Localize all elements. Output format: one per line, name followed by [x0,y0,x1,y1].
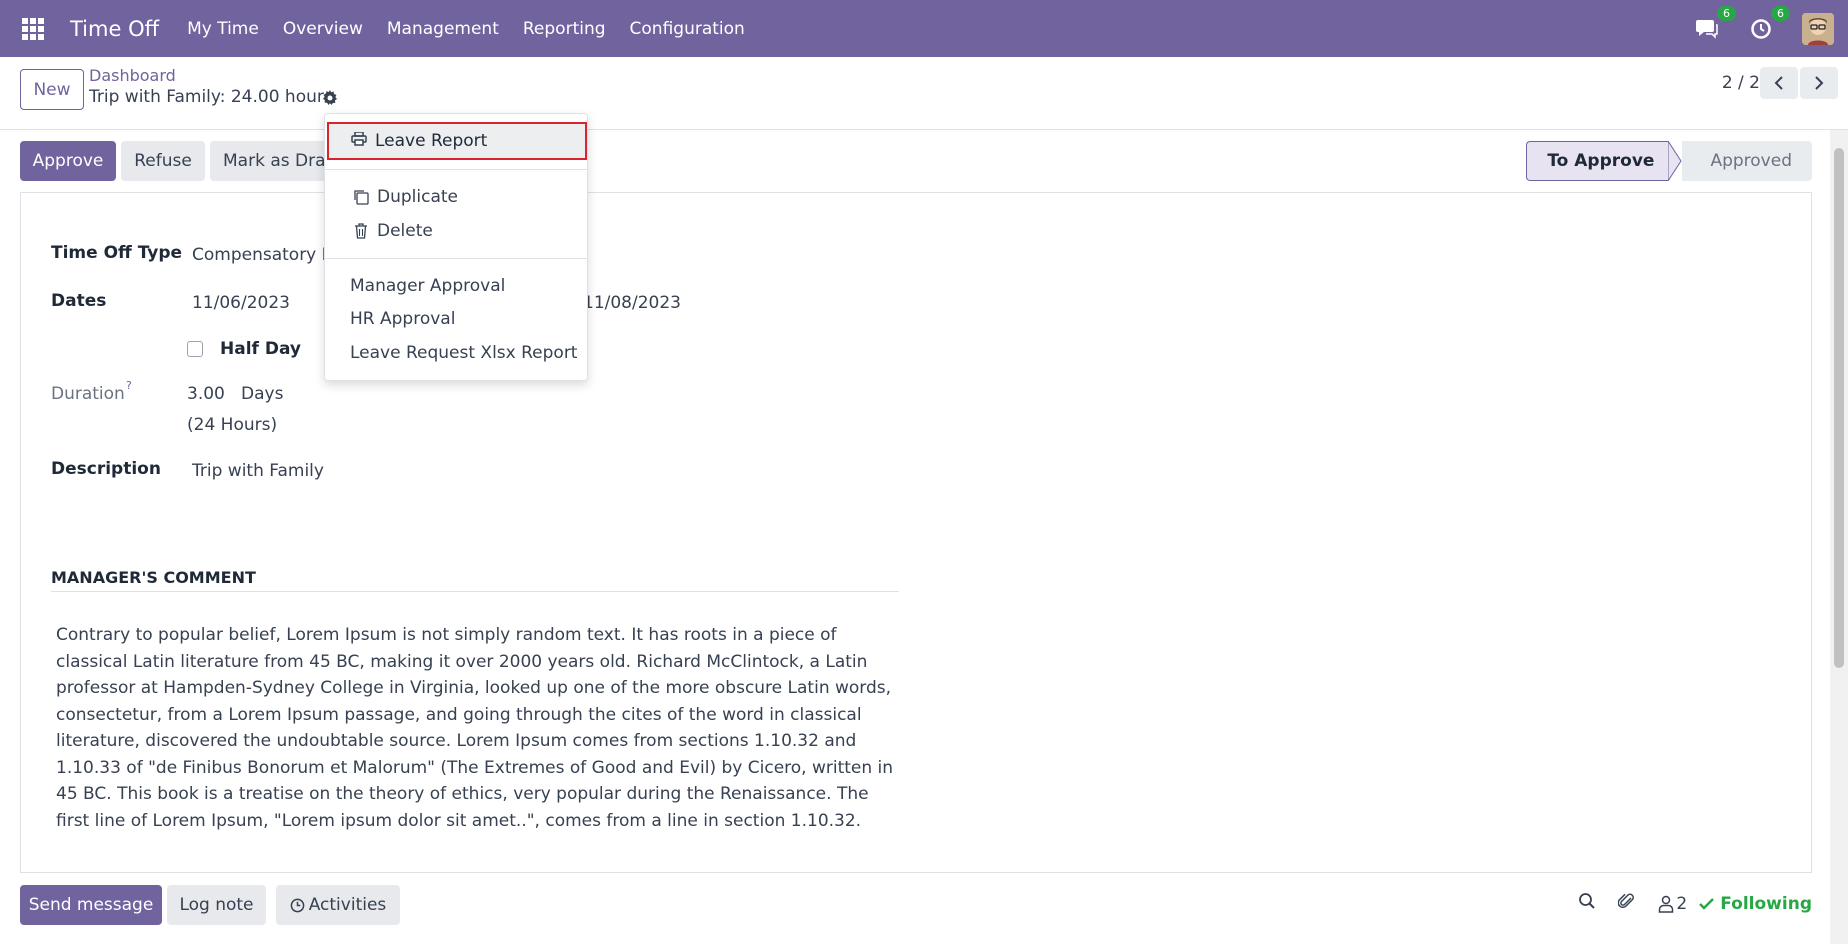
print-icon [351,131,367,151]
leave-report-label: Leave Report [375,131,488,151]
action-bar: Approve Refuse Mark as Draft To Approve … [0,130,1830,190]
status-to-approve[interactable]: To Approve [1526,141,1669,181]
chatter-bar: Send message Log note Activities 2 Follo… [0,880,1830,930]
activities-button[interactable]: Activities [276,885,400,925]
approve-button[interactable]: Approve [20,141,116,181]
control-panel: New Dashboard Trip with Family: 24.00 ho… [0,57,1848,130]
pager-value: 2 / 2 [1721,73,1760,93]
refuse-button[interactable]: Refuse [121,141,205,181]
menu-my-time[interactable]: My Time [175,19,271,39]
managers-comment-title: MANAGER'S COMMENT [51,568,256,587]
following-label: Following [1720,893,1812,914]
breadcrumb-dashboard[interactable]: Dashboard [89,66,176,85]
trash-icon [351,223,371,239]
status-arrow-icon [1668,141,1683,181]
paperclip-icon[interactable] [1617,892,1636,915]
menu-configuration[interactable]: Configuration [618,19,757,39]
dates-label: Dates [51,291,107,311]
record-title: Trip with Family: 24.00 hours [89,87,333,107]
followers-icon[interactable]: 2 [1658,894,1687,914]
followers-count: 2 [1676,893,1688,914]
menu-overview[interactable]: Overview [271,19,375,39]
menu-reporting[interactable]: Reporting [511,19,618,39]
chatter-tools: 2 Following [1578,892,1812,915]
gear-icon[interactable] [322,90,338,111]
pager-next-button[interactable] [1800,67,1838,99]
top-navbar: Time Off My Time Overview Management Rep… [0,0,1848,57]
search-icon[interactable] [1578,892,1596,915]
gear-dropdown-menu: Leave Report Duplicate Delete Manager Ap… [324,113,588,381]
send-message-button[interactable]: Send message [20,885,162,925]
log-note-button[interactable]: Log note [167,885,266,925]
pager-previous-button[interactable] [1760,67,1798,99]
new-button[interactable]: New [20,69,84,110]
duration-unit: Days [241,384,284,404]
duration-value[interactable]: 3.00 [187,384,225,404]
check-icon [1699,897,1715,910]
following-button[interactable]: Following [1699,894,1812,914]
messages-badge: 6 [1717,5,1736,21]
half-day-label: Half Day [220,339,301,359]
delete-label: Delete [377,221,433,241]
menu-item-xlsx-report[interactable]: Leave Request Xlsx Report [325,336,587,370]
menu-management[interactable]: Management [375,19,511,39]
scrollbar[interactable] [1830,130,1848,944]
activities-badge: 6 [1771,5,1790,21]
date-from-field[interactable]: 11/06/2023 [192,293,290,313]
duplicate-icon [351,189,371,205]
menu-item-leave-report[interactable]: Leave Report [327,122,587,160]
menu-item-duplicate[interactable]: Duplicate [325,180,587,214]
time-off-type-label: Time Off Type [51,243,183,263]
scrollbar-thumb[interactable] [1834,148,1844,668]
status-bar: To Approve Approved [1526,141,1812,181]
menu-item-hr-approval[interactable]: HR Approval [325,302,587,336]
dropdown-divider [325,169,587,170]
user-avatar[interactable] [1802,12,1834,45]
duration-help-icon[interactable]: ? [126,379,132,392]
activities-label: Activities [308,895,387,915]
duration-label: Duration [51,384,125,404]
activities-clock-icon[interactable]: 6 [1748,5,1790,42]
duplicate-label: Duplicate [377,187,458,207]
chevron-left-icon [1774,76,1783,90]
apps-grid-icon[interactable] [22,17,44,40]
description-label: Description [51,459,161,479]
menu-item-manager-approval[interactable]: Manager Approval [325,269,587,303]
half-day-checkbox[interactable] [187,341,203,357]
clock-icon [290,898,305,912]
dropdown-divider [325,258,587,259]
duration-hours: (24 Hours) [187,415,278,435]
app-name[interactable]: Time Off [70,17,159,41]
messages-icon[interactable]: 6 [1694,5,1736,42]
description-field[interactable]: Trip with Family [192,461,324,481]
section-divider [51,591,899,592]
date-to-field[interactable]: 11/08/2023 [583,293,681,313]
managers-comment-text[interactable]: Contrary to popular belief, Lorem Ipsum … [56,622,901,834]
chevron-right-icon [1815,76,1824,90]
navbar-systray: 6 6 [1694,0,1848,57]
form-sheet: Time Off Type Compensatory Days Dates 11… [20,192,1812,873]
status-approved[interactable]: Approved [1682,141,1812,181]
menu-item-delete[interactable]: Delete [325,214,587,248]
main-menu: My Time Overview Management Reporting Co… [175,19,757,39]
